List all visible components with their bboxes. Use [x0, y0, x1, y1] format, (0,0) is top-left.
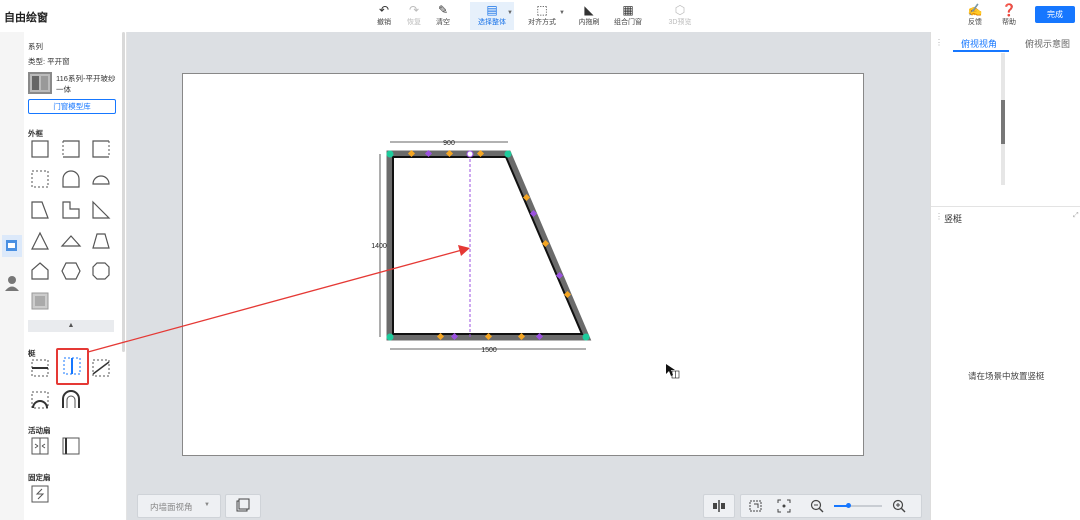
- mouse-cursor-icon: [666, 364, 680, 379]
- dim-left-label: 1400: [371, 243, 387, 250]
- zoom-out-icon[interactable]: [809, 498, 825, 514]
- window-drawing: 900 1400 1500: [87, 140, 680, 379]
- tab-top-view[interactable]: 俯视视角: [961, 37, 997, 50]
- tab-top-diagram[interactable]: 俯视示意图: [1025, 37, 1070, 50]
- zoom-slider-handle[interactable]: [846, 503, 851, 508]
- right-panel: ⋮ 俯视视角 俯视示意图 ⋮ 竖梃 ⤢ 请在场景中放置竖梃: [930, 32, 1080, 520]
- window-frame-inner: [392, 156, 584, 335]
- layers-button[interactable]: [225, 494, 261, 518]
- preview-scrollbar-thumb[interactable]: [1001, 100, 1005, 144]
- split-icon: [713, 500, 725, 512]
- view-select-value: 内墙面视角: [150, 502, 193, 512]
- view-select[interactable]: 内墙面视角 ▼: [137, 494, 221, 518]
- dim-top-label: 900: [443, 140, 455, 147]
- annotation-arrowhead: [458, 245, 470, 256]
- focus-icon[interactable]: [775, 497, 793, 515]
- tab-active-indicator: [953, 50, 1009, 52]
- zoom-in-icon[interactable]: [891, 498, 907, 514]
- window-frame[interactable]: [386, 150, 592, 341]
- zoom-controls: [740, 494, 922, 518]
- empty-hint: 请在场景中放置竖梃: [968, 371, 1045, 381]
- split-view-button[interactable]: [703, 494, 735, 518]
- corner-node[interactable]: [386, 333, 394, 341]
- layers-icon: [236, 498, 250, 512]
- mullion-anchor: [466, 150, 474, 158]
- corner-node[interactable]: [504, 150, 512, 158]
- drag-handle-icon[interactable]: ⋮: [935, 38, 943, 47]
- chevron-down-icon: ▼: [204, 502, 210, 508]
- expand-icon[interactable]: ⤢: [1073, 212, 1079, 220]
- corner-node[interactable]: [386, 150, 394, 158]
- corner-node[interactable]: [582, 333, 590, 341]
- fit-view-icon[interactable]: [747, 497, 765, 515]
- divider: [931, 206, 1080, 207]
- dim-bottom-label: 1500: [481, 347, 497, 354]
- section-title: 竖梃: [944, 214, 963, 224]
- drag-handle-icon[interactable]: ⋮: [935, 212, 943, 221]
